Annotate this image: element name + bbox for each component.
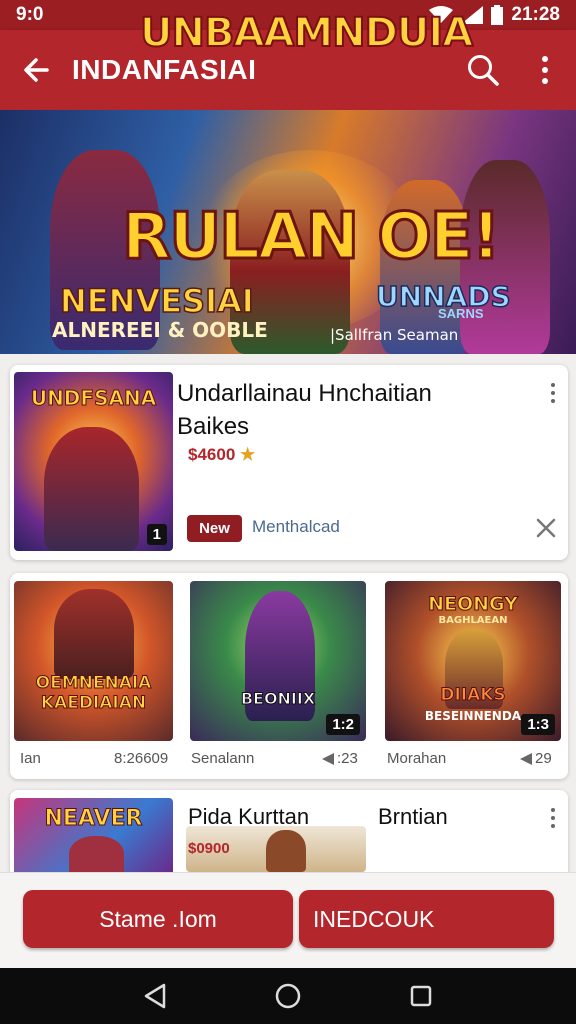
back-arrow-icon <box>24 58 49 82</box>
banner-left-subtext: ALNEREEI & OOBLE <box>52 318 268 342</box>
banner-left-text: NENVESIAI <box>59 281 254 321</box>
featured-title: Undarllainau Hnchaitian Baikes <box>177 380 432 440</box>
featured-more-button[interactable] <box>541 378 565 408</box>
featured-thumbnail[interactable]: UNDFSANA 1 <box>14 372 173 551</box>
banner-right-small: SARNS <box>438 306 484 321</box>
grid-thumb-subtitle-3: BAGHLAEAN <box>438 615 508 626</box>
row3-thumb-title: NEAVER <box>44 806 143 832</box>
featured-thumb-title: UNDFSANA <box>30 386 157 411</box>
grid-thumb-badge-2: 1:2 <box>326 714 360 735</box>
grid-caption-3: Morahan <box>387 750 447 767</box>
banner-main-text: RULAN OE! <box>121 199 503 276</box>
grid-value-3: 29 <box>535 750 552 767</box>
more-options-button[interactable] <box>514 30 576 110</box>
back-button[interactable] <box>0 30 72 110</box>
row3-title-2: Brntian <box>378 804 448 829</box>
banner-top-text: UNBAAMNDUIA <box>139 9 474 57</box>
featured-price-row: $4600 ★ <box>188 445 255 465</box>
featured-tag-text[interactable]: Menthalcad <box>252 517 340 537</box>
grid-thumb-figure-1 <box>54 589 134 679</box>
grid-thumbnail-3[interactable]: NEONGY BAGHLAEAN DIIAKS BESEINNENDA 1:3 <box>385 581 561 741</box>
grid-caption-1: Ian <box>20 750 41 767</box>
close-icon <box>536 518 556 538</box>
comment-icon <box>322 752 334 765</box>
search-icon <box>468 55 499 86</box>
row3-thumbnail[interactable]: NEAVER <box>14 798 173 872</box>
nav-recents-icon[interactable] <box>409 984 433 1008</box>
grid-caption-2: Senalann <box>191 750 255 767</box>
grid-value-1: 8:26609 <box>114 750 169 767</box>
secondary-action-button[interactable]: INEDCOUK <box>299 890 554 948</box>
nav-back-icon[interactable] <box>143 983 167 1009</box>
grid-thumb-badge-3: 1:3 <box>521 714 555 735</box>
row3-price: $0900 <box>188 840 230 857</box>
system-nav-bar <box>0 968 576 1024</box>
row3-thumb-figure-2 <box>266 830 306 872</box>
status-time-left: 9:0 <box>16 4 44 25</box>
grid-count-3: 29 <box>520 750 552 767</box>
grid-thumb-title-2: BEONIIX <box>240 689 316 709</box>
star-icon: ★ <box>240 445 256 464</box>
grid-value-2: :23 <box>337 750 358 767</box>
comment-icon <box>520 752 532 765</box>
grid-thumb-title-3: NEONGY <box>428 593 519 616</box>
grid-thumbnail-2[interactable]: BEONIIX 1:2 <box>190 581 366 741</box>
more-vert-icon <box>542 56 548 84</box>
page-title: INDANFASIAI <box>72 54 257 85</box>
row3-thumb-figure <box>69 836 124 872</box>
grid-count-2: :23 <box>322 750 358 767</box>
banner-right-subtext: |Sallfran Seaman <box>330 326 459 344</box>
primary-action-button[interactable]: Stame .Iom <box>23 890 293 948</box>
grid-thumbnail-1[interactable]: OEMNENAIA KAEDIAIAN <box>14 581 173 741</box>
row3-more-button[interactable] <box>541 803 565 833</box>
featured-thumb-badge: 1 <box>146 524 167 545</box>
dismiss-button[interactable] <box>534 516 558 540</box>
status-time-right: 21:28 <box>511 4 560 25</box>
row3-title-1: Pida Kurttan <box>188 804 310 829</box>
nav-home-icon[interactable] <box>274 982 302 1010</box>
grid-thumb-title-1: OEMNENAIA KAEDIAIAN <box>35 673 152 714</box>
featured-thumb-figure <box>44 427 139 551</box>
battery-icon <box>491 5 504 25</box>
new-badge: New <box>187 515 242 542</box>
featured-price: $4600 <box>188 445 236 464</box>
grid-thumb-mid-3: DIIAKS <box>440 685 506 706</box>
